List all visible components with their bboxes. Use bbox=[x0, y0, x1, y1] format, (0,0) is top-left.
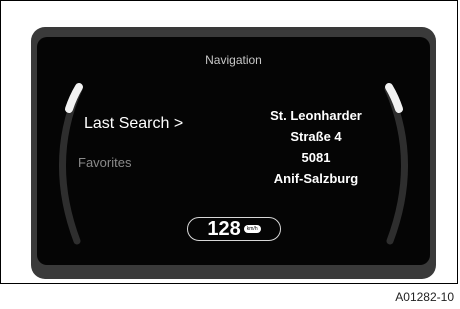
last-search-menu-item[interactable]: Last Search > bbox=[84, 115, 183, 133]
right-scroll-indicator[interactable] bbox=[385, 83, 403, 113]
address-line-3: 5081 bbox=[301, 150, 331, 165]
address-line-2: Straße 4 bbox=[290, 129, 342, 144]
speed-value: 128 bbox=[207, 218, 241, 240]
address-line-1: St. Leonharder bbox=[270, 108, 362, 123]
display-screen: Navigation Last Search > Favorites St. L… bbox=[37, 37, 430, 265]
left-scroll-indicator[interactable] bbox=[65, 83, 83, 113]
address-line-4: Anif-Salzburg bbox=[273, 171, 359, 186]
favorites-menu-item[interactable]: Favorites bbox=[78, 155, 131, 170]
screen-title: Navigation bbox=[205, 53, 262, 67]
figure-frame: Navigation Last Search > Favorites St. L… bbox=[0, 0, 458, 284]
figure-caption: A01282-10 bbox=[395, 290, 454, 304]
speed-display: 128 km/h bbox=[187, 217, 281, 241]
speed-unit-badge: km/h bbox=[243, 225, 261, 233]
destination-address: St. Leonharder Straße 4 5081 Anif-Salzbu… bbox=[251, 105, 381, 189]
